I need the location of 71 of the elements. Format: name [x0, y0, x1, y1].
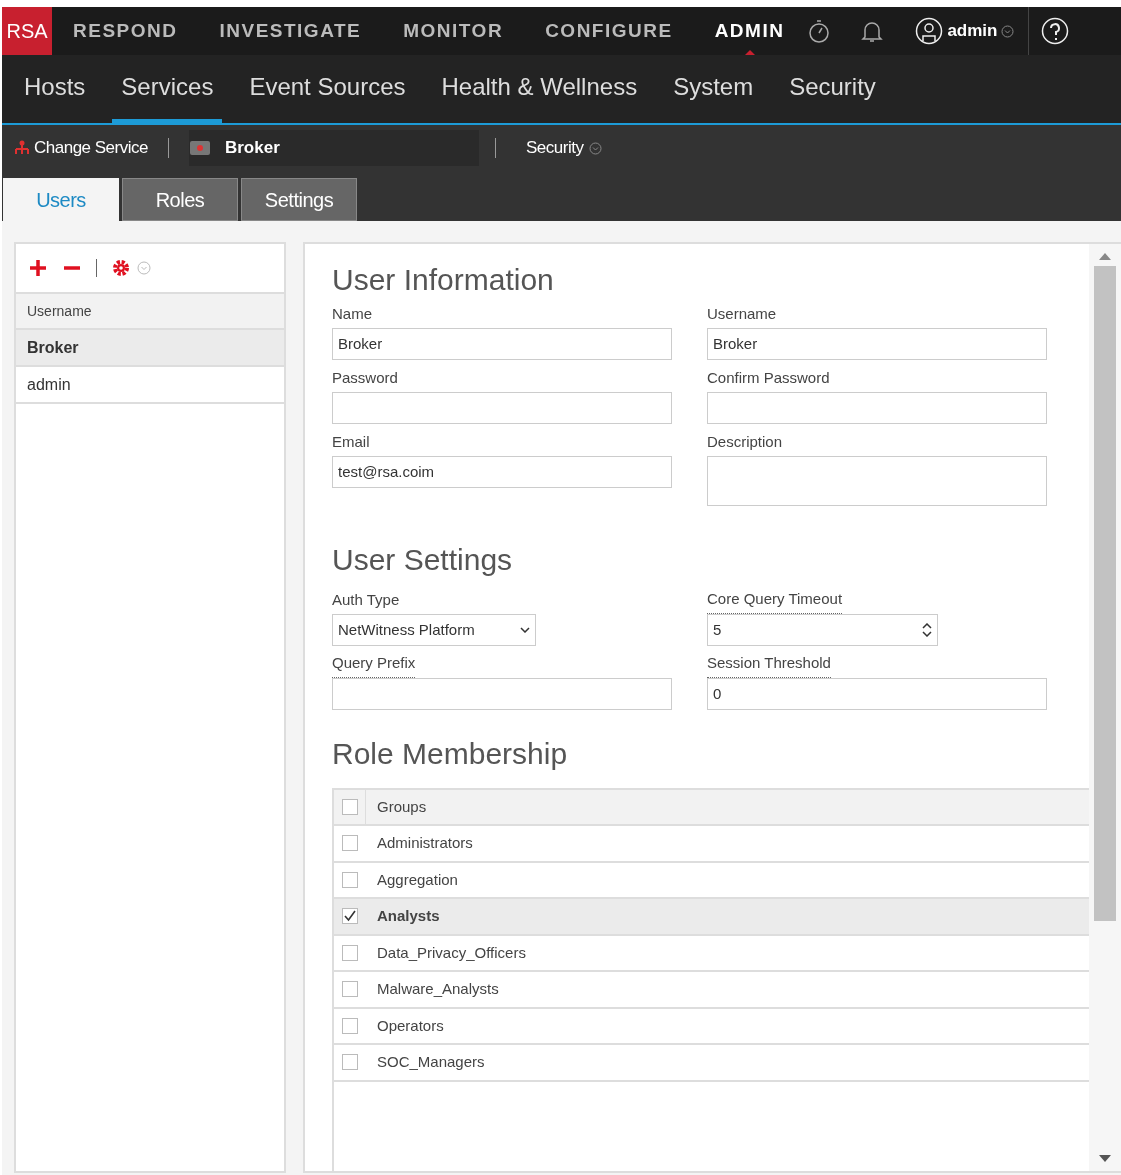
- checkbox[interactable]: [342, 908, 358, 925]
- input-field[interactable]: Broker: [707, 328, 1047, 360]
- group-name: Aggregation: [376, 869, 458, 890]
- chevron-down-icon: [1001, 24, 1015, 38]
- group-name: Operators: [376, 1015, 444, 1036]
- chevron-down-icon: [137, 261, 151, 275]
- input-field[interactable]: [707, 392, 1047, 424]
- scroll-up-icon[interactable]: [1099, 252, 1111, 260]
- number-input[interactable]: 5: [707, 614, 938, 646]
- field-label: Password: [332, 368, 398, 388]
- nav-tab[interactable]: Security: [780, 55, 885, 123]
- field-label: Name: [332, 304, 372, 324]
- input-field[interactable]: Broker: [332, 328, 672, 360]
- checkbox[interactable]: [341, 799, 358, 815]
- field-label: Confirm Password: [707, 368, 830, 388]
- nav-link[interactable]: CONFIGURE: [524, 7, 694, 55]
- column-header: Username: [16, 294, 284, 330]
- section-title: Role Membership: [332, 736, 569, 772]
- chevron-down-icon: [520, 627, 530, 633]
- user-menu[interactable]: admin: [915, 17, 1015, 45]
- checkbox[interactable]: [342, 981, 358, 998]
- change-service-button[interactable]: Change Service: [14, 135, 148, 161]
- checkbox[interactable]: [342, 944, 358, 961]
- nav-tab[interactable]: Hosts: [15, 55, 95, 123]
- scrollbar-thumb[interactable]: [1094, 266, 1116, 921]
- checkbox[interactable]: [342, 1017, 358, 1034]
- service-selector[interactable]: Broker: [188, 130, 479, 166]
- timer-icon[interactable]: [807, 18, 832, 44]
- add-icon[interactable]: [28, 258, 48, 278]
- nav-tab[interactable]: Health & Wellness: [432, 55, 647, 123]
- nav-link[interactable]: MONITOR: [382, 7, 525, 55]
- field-label: Auth Type: [332, 590, 400, 610]
- settings-icon: [111, 258, 131, 278]
- input-field[interactable]: [332, 678, 672, 710]
- tab[interactable]: Roles: [122, 178, 238, 221]
- group-row[interactable]: Analysts: [334, 899, 1089, 936]
- column-header: Groups: [376, 796, 427, 817]
- chevron-down-icon: [589, 141, 603, 155]
- section-title: User Information: [332, 262, 555, 298]
- group-name: Administrators: [376, 833, 473, 853]
- settings-menu[interactable]: [111, 258, 151, 278]
- input-field[interactable]: test@rsa.coim: [332, 456, 672, 488]
- section-title: User Settings: [332, 542, 514, 578]
- input-field[interactable]: [707, 456, 1047, 506]
- group-name: Malware_Analysts: [376, 979, 499, 999]
- checkbox[interactable]: [342, 1054, 358, 1071]
- nav-tab[interactable]: System: [664, 55, 763, 123]
- service-icon: [188, 140, 211, 156]
- spinner-icon: [922, 623, 932, 637]
- input-field[interactable]: 0: [707, 678, 1047, 710]
- nav-link[interactable]: INVESTIGATE: [198, 7, 383, 55]
- dropdown[interactable]: NetWitness Platform: [332, 614, 536, 646]
- scroll-down-icon[interactable]: [1099, 1155, 1111, 1163]
- checkbox[interactable]: [342, 835, 358, 852]
- help-icon[interactable]: [1041, 17, 1070, 45]
- user-icon: [915, 17, 944, 45]
- hierarchy-icon: [14, 140, 30, 156]
- view-dropdown[interactable]: Security: [525, 135, 603, 161]
- field-label: Username: [707, 304, 777, 324]
- input-field[interactable]: [332, 392, 672, 424]
- nav-tab[interactable]: Event Sources: [240, 55, 415, 123]
- checkbox[interactable]: [342, 871, 358, 888]
- tab[interactable]: Settings: [241, 178, 357, 221]
- nav-link[interactable]: RESPOND: [52, 7, 199, 55]
- group-name: SOC_Managers: [376, 1052, 485, 1072]
- field-label: Email: [332, 432, 370, 452]
- user-row[interactable]: Broker: [16, 330, 284, 367]
- field-label: Description: [707, 432, 783, 452]
- group-name: Analysts: [376, 906, 440, 926]
- logo[interactable]: RSA: [2, 7, 52, 55]
- group-name: Data_Privacy_Officers: [376, 942, 526, 963]
